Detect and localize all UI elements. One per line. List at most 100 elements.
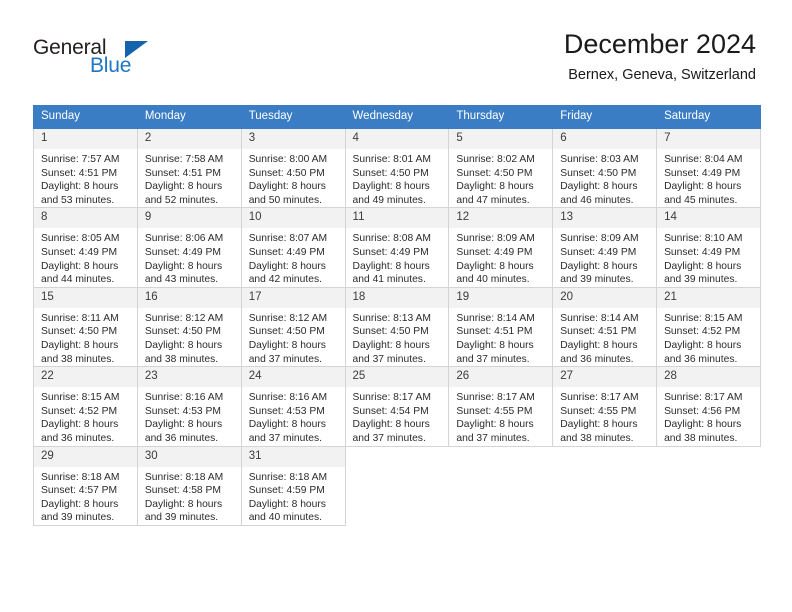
day-cell[interactable]: 22 Sunrise: 8:15 AM Sunset: 4:52 PM Dayl… — [33, 366, 138, 447]
day-info: Sunrise: 8:09 AM Sunset: 4:49 PM Dayligh… — [449, 228, 552, 286]
day-info: Sunrise: 8:02 AM Sunset: 4:50 PM Dayligh… — [449, 149, 552, 207]
day-info: Sunrise: 8:15 AM Sunset: 4:52 PM Dayligh… — [34, 387, 137, 445]
day-info: Sunrise: 8:09 AM Sunset: 4:49 PM Dayligh… — [553, 228, 656, 286]
day-cell[interactable]: 2 Sunrise: 7:58 AM Sunset: 4:51 PM Dayli… — [136, 127, 242, 209]
sunrise-text: Sunrise: 8:17 AM — [664, 392, 743, 404]
sunset-text: Sunset: 4:55 PM — [456, 405, 533, 417]
calendar-week-row: 8 Sunrise: 8:05 AM Sunset: 4:49 PM Dayli… — [33, 207, 761, 288]
day-number: 3 — [241, 129, 345, 149]
day-cell[interactable]: 7 Sunrise: 8:04 AM Sunset: 4:49 PM Dayli… — [656, 127, 761, 209]
day-number: 11 — [345, 208, 449, 229]
daylight-text-line1: Daylight: 8 hours — [456, 181, 534, 193]
page-subtitle: Bernex, Geneva, Switzerland — [568, 67, 756, 83]
daylight-text-line2: and 39 minutes. — [560, 274, 634, 286]
day-cell-empty — [552, 445, 658, 526]
sunrise-text: Sunrise: 8:16 AM — [248, 392, 328, 404]
page-header: General Blue December 2024 Bernex, Genev… — [0, 0, 792, 100]
sunset-text: Sunset: 4:53 PM — [144, 405, 221, 417]
day-number: 29 — [34, 446, 137, 467]
day-info: Sunrise: 8:18 AM Sunset: 4:57 PM Dayligh… — [34, 467, 137, 525]
sunset-text: Sunset: 4:53 PM — [248, 405, 325, 417]
daylight-text-line1: Daylight: 8 hours — [352, 419, 430, 431]
day-cell[interactable]: 10 Sunrise: 8:07 AM Sunset: 4:49 PM Dayl… — [240, 207, 346, 288]
day-cell[interactable]: 17 Sunrise: 8:12 AM Sunset: 4:50 PM Dayl… — [240, 286, 346, 368]
sunset-text: Sunset: 4:51 PM — [456, 326, 533, 338]
calendar-week-row: 15 Sunrise: 8:11 AM Sunset: 4:50 PM Dayl… — [33, 286, 761, 368]
sunrise-text: Sunrise: 8:12 AM — [248, 312, 328, 324]
day-info: Sunrise: 8:18 AM Sunset: 4:58 PM Dayligh… — [138, 467, 241, 525]
day-info: Sunrise: 8:14 AM Sunset: 4:51 PM Dayligh… — [553, 308, 656, 366]
day-info: Sunrise: 8:18 AM Sunset: 4:59 PM Dayligh… — [242, 467, 345, 525]
day-cell[interactable]: 8 Sunrise: 8:05 AM Sunset: 4:49 PM Dayli… — [33, 207, 138, 288]
day-cell[interactable]: 5 Sunrise: 8:02 AM Sunset: 4:50 PM Dayli… — [448, 127, 554, 209]
day-cell[interactable]: 3 Sunrise: 8:00 AM Sunset: 4:50 PM Dayli… — [240, 127, 346, 209]
day-info: Sunrise: 8:08 AM Sunset: 4:49 PM Dayligh… — [346, 228, 449, 286]
day-cell[interactable]: 19 Sunrise: 8:14 AM Sunset: 4:51 PM Dayl… — [448, 286, 554, 368]
day-info: Sunrise: 8:15 AM Sunset: 4:52 PM Dayligh… — [657, 308, 760, 366]
calendar-week-row: 22 Sunrise: 8:15 AM Sunset: 4:52 PM Dayl… — [33, 366, 761, 447]
daylight-text-line1: Daylight: 8 hours — [144, 498, 223, 510]
day-cell[interactable]: 9 Sunrise: 8:06 AM Sunset: 4:49 PM Dayli… — [136, 207, 242, 288]
day-number: 23 — [137, 367, 241, 388]
day-number: 21 — [657, 287, 760, 308]
day-cell[interactable]: 23 Sunrise: 8:16 AM Sunset: 4:53 PM Dayl… — [136, 366, 242, 447]
day-number: 10 — [241, 208, 345, 229]
calendar-week-row: 29 Sunrise: 8:18 AM Sunset: 4:57 PM Dayl… — [33, 445, 761, 526]
day-info: Sunrise: 8:00 AM Sunset: 4:50 PM Dayligh… — [242, 149, 345, 207]
day-info: Sunrise: 8:10 AM Sunset: 4:49 PM Dayligh… — [657, 228, 760, 286]
day-cell[interactable]: 21 Sunrise: 8:15 AM Sunset: 4:52 PM Dayl… — [656, 286, 761, 368]
sunrise-text: Sunrise: 8:11 AM — [41, 312, 119, 324]
daylight-text-line2: and 38 minutes. — [144, 353, 219, 365]
day-cell[interactable]: 6 Sunrise: 8:03 AM Sunset: 4:50 PM Dayli… — [552, 127, 658, 209]
day-cell[interactable]: 20 Sunrise: 8:14 AM Sunset: 4:51 PM Dayl… — [552, 286, 658, 368]
daylight-text-line1: Daylight: 8 hours — [41, 260, 119, 272]
day-cell[interactable]: 18 Sunrise: 8:13 AM Sunset: 4:50 PM Dayl… — [344, 286, 450, 368]
sunset-text: Sunset: 4:55 PM — [560, 405, 637, 417]
day-cell[interactable]: 29 Sunrise: 8:18 AM Sunset: 4:57 PM Dayl… — [33, 445, 138, 526]
day-info: Sunrise: 8:17 AM Sunset: 4:55 PM Dayligh… — [553, 387, 656, 445]
day-cell[interactable]: 16 Sunrise: 8:12 AM Sunset: 4:50 PM Dayl… — [136, 286, 242, 368]
daylight-text-line2: and 39 minutes. — [144, 512, 219, 524]
sunset-text: Sunset: 4:49 PM — [456, 246, 533, 258]
day-info: Sunrise: 8:17 AM Sunset: 4:56 PM Dayligh… — [657, 387, 760, 445]
weekday-header-row: Sunday Monday Tuesday Wednesday Thursday… — [33, 105, 761, 129]
day-number: 18 — [345, 287, 449, 308]
daylight-text-line1: Daylight: 8 hours — [41, 419, 119, 431]
sunrise-text: Sunrise: 8:07 AM — [248, 233, 328, 245]
day-cell-empty — [448, 445, 554, 526]
sunrise-text: Sunrise: 8:10 AM — [664, 233, 743, 245]
sunset-text: Sunset: 4:59 PM — [248, 485, 325, 497]
day-cell[interactable]: 27 Sunrise: 8:17 AM Sunset: 4:55 PM Dayl… — [552, 366, 658, 447]
daylight-text-line2: and 46 minutes. — [560, 194, 634, 206]
day-cell[interactable]: 4 Sunrise: 8:01 AM Sunset: 4:50 PM Dayli… — [344, 127, 450, 209]
daylight-text-line1: Daylight: 8 hours — [144, 339, 223, 351]
day-cell[interactable]: 12 Sunrise: 8:09 AM Sunset: 4:49 PM Dayl… — [448, 207, 554, 288]
day-cell[interactable]: 28 Sunrise: 8:17 AM Sunset: 4:56 PM Dayl… — [656, 366, 761, 447]
day-cell[interactable]: 30 Sunrise: 8:18 AM Sunset: 4:58 PM Dayl… — [136, 445, 242, 526]
daylight-text-line2: and 37 minutes. — [352, 353, 426, 365]
daylight-text-line2: and 37 minutes. — [456, 432, 530, 444]
sunrise-text: Sunrise: 8:17 AM — [456, 392, 535, 404]
general-blue-logo[interactable]: General Blue — [33, 36, 183, 84]
day-cell[interactable]: 1 Sunrise: 7:57 AM Sunset: 4:51 PM Dayli… — [33, 127, 138, 209]
daylight-text-line2: and 47 minutes. — [456, 194, 530, 206]
daylight-text-line1: Daylight: 8 hours — [144, 260, 223, 272]
day-cell[interactable]: 13 Sunrise: 8:09 AM Sunset: 4:49 PM Dayl… — [552, 207, 658, 288]
weekday-header-tuesday: Tuesday — [240, 105, 346, 129]
day-cell[interactable]: 31 Sunrise: 8:18 AM Sunset: 4:59 PM Dayl… — [240, 445, 346, 526]
day-cell[interactable]: 26 Sunrise: 8:17 AM Sunset: 4:55 PM Dayl… — [448, 366, 554, 447]
daylight-text-line2: and 40 minutes. — [456, 274, 530, 286]
sunrise-text: Sunrise: 8:15 AM — [41, 392, 120, 404]
sunrise-text: Sunrise: 8:00 AM — [248, 154, 328, 165]
day-number: 22 — [34, 367, 137, 388]
day-number: 25 — [345, 367, 449, 388]
sunrise-text: Sunrise: 8:16 AM — [144, 392, 224, 404]
day-info: Sunrise: 8:16 AM Sunset: 4:53 PM Dayligh… — [138, 387, 241, 445]
sunrise-text: Sunrise: 8:09 AM — [456, 233, 535, 245]
day-cell[interactable]: 24 Sunrise: 8:16 AM Sunset: 4:53 PM Dayl… — [240, 366, 346, 447]
day-cell[interactable]: 15 Sunrise: 8:11 AM Sunset: 4:50 PM Dayl… — [33, 286, 138, 368]
day-cell[interactable]: 11 Sunrise: 8:08 AM Sunset: 4:49 PM Dayl… — [344, 207, 450, 288]
day-cell[interactable]: 25 Sunrise: 8:17 AM Sunset: 4:54 PM Dayl… — [344, 366, 450, 447]
day-cell[interactable]: 14 Sunrise: 8:10 AM Sunset: 4:49 PM Dayl… — [656, 207, 761, 288]
daylight-text-line1: Daylight: 8 hours — [560, 339, 638, 351]
